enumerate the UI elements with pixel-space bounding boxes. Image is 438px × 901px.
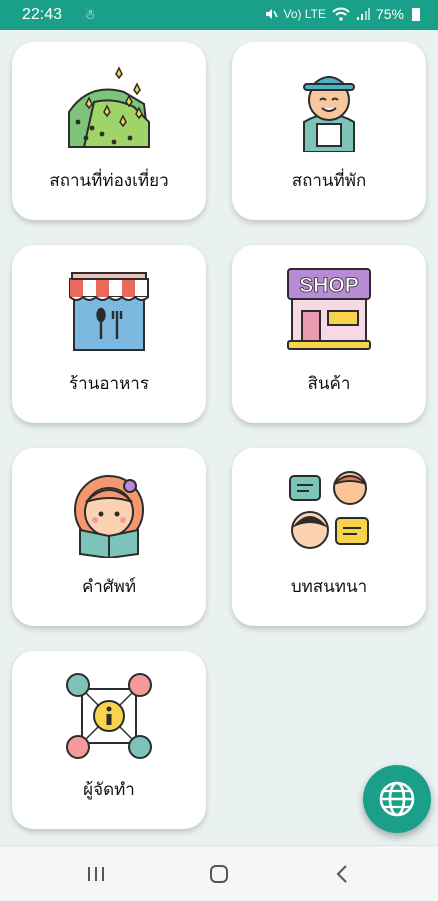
traveler-icon [303, 76, 355, 152]
volte-icon: Vo) LTE [283, 7, 326, 21]
menu-card-accommodation[interactable]: สถานที่พัก [232, 42, 426, 220]
menu-card-vocabulary[interactable]: คำศัพท์ [12, 448, 206, 626]
status-time: 22:43 [22, 6, 63, 23]
battery-icon [412, 7, 420, 21]
signal-icon [356, 8, 370, 20]
menu-card-label: บทสนทนา [290, 577, 368, 597]
mute-icon [265, 9, 278, 19]
back-icon [336, 865, 347, 883]
menu-card-label: สินค้า [307, 374, 351, 394]
status-bar: 22:43 ☃ Vo) LTE 75% [0, 0, 438, 30]
restaurant-icon [69, 272, 149, 351]
tulip-field-icon [68, 66, 151, 148]
shop-sign-text: SHOP [299, 274, 359, 297]
girl-reading-icon [74, 475, 144, 558]
menu-card-label: สถานที่ท่องเที่ยว [49, 171, 169, 191]
menu-card-developers[interactable]: ผู้จัดทำ [12, 651, 206, 829]
menu-card-attractions[interactable]: สถานที่ท่องเที่ยว [12, 42, 206, 220]
menu-card-label: ผู้จัดทำ [83, 780, 135, 800]
recents-icon [88, 867, 104, 881]
battery-percent: 75% [375, 6, 404, 22]
language-fab[interactable] [363, 765, 431, 833]
home-button[interactable] [199, 860, 239, 888]
shop-icon: SHOP [287, 268, 371, 350]
menu-card-label: คำศัพท์ [81, 577, 137, 597]
status-icons: Vo) LTE 75% [264, 6, 420, 22]
info-network-icon [66, 673, 152, 759]
menu-card-restaurant[interactable]: ร้านอาหาร [12, 245, 206, 423]
wifi-icon [332, 7, 350, 21]
menu-card-label: ร้านอาหาร [69, 374, 149, 394]
system-nav-bar [0, 845, 438, 901]
back-button[interactable] [322, 860, 362, 888]
home-icon [210, 865, 228, 883]
recent-apps-button[interactable] [76, 860, 116, 888]
menu-card-products[interactable]: SHOP สินค้า [232, 245, 426, 423]
notification-icon: ☃ [84, 7, 96, 22]
menu-card-conversation[interactable]: บทสนทนา [232, 448, 426, 626]
globe-icon [379, 781, 415, 817]
conversation-icon [289, 471, 369, 549]
menu-card-label: สถานที่พัก [291, 171, 367, 191]
